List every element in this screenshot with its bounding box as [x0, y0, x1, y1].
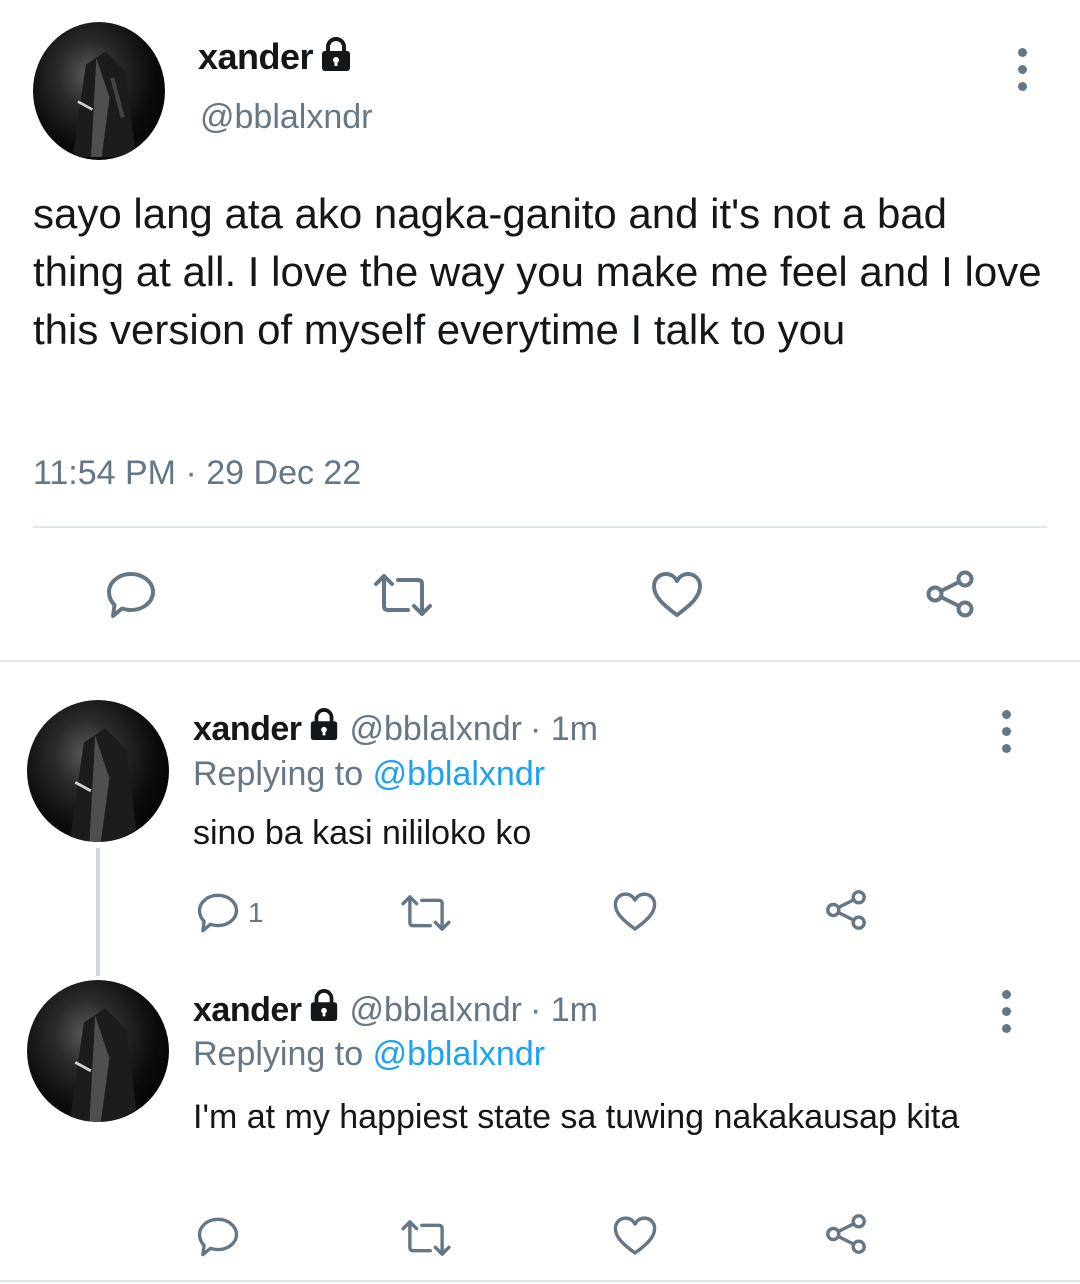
share-icon	[826, 890, 866, 930]
reply-header: xander @bblalxndr · 1m	[193, 708, 598, 751]
reply-button[interactable]	[196, 1216, 240, 1258]
retweet-icon	[401, 1220, 451, 1256]
replying-to-prefix: Replying to	[193, 1035, 364, 1073]
bottom-divider	[0, 1280, 1080, 1282]
replying-to-link[interactable]: @bblalxndr	[373, 755, 546, 793]
more-options-icon[interactable]	[996, 710, 1016, 753]
reply-header: xander @bblalxndr · 1m	[193, 989, 598, 1032]
reply-icon	[107, 572, 155, 618]
more-options-icon[interactable]	[996, 990, 1016, 1033]
like-button[interactable]	[612, 890, 658, 934]
display-name[interactable]: xander	[193, 991, 302, 1030]
tweet-date: 29 Dec 22	[206, 454, 362, 492]
share-button[interactable]	[924, 568, 976, 620]
reply-button[interactable]: 1	[196, 892, 264, 934]
share-button[interactable]	[824, 1212, 868, 1256]
timestamp-separator: ·	[185, 454, 197, 492]
user-handle[interactable]: @bblalxndr	[200, 98, 373, 137]
avatar[interactable]	[27, 980, 169, 1122]
replying-to: Replying to @bblalxndr	[193, 1035, 545, 1074]
tweet-timestamp: 11:54 PM · 29 Dec 22	[33, 454, 361, 493]
replying-to-prefix: Replying to	[193, 755, 364, 793]
reply-text: I'm at my happiest state sa tuwing nakak…	[193, 1098, 960, 1136]
like-icon	[652, 572, 702, 617]
thread-line	[96, 848, 100, 976]
retweet-button[interactable]	[398, 1218, 454, 1258]
author-header: xander	[198, 36, 353, 78]
tweet-text: sayo lang ata ako nagka-ganito and it's …	[33, 190, 1042, 353]
reply-icon	[197, 1217, 239, 1257]
retweet-icon	[374, 574, 432, 616]
display-name[interactable]: xander	[193, 710, 302, 749]
reply-count: 1	[248, 897, 264, 928]
reply-button[interactable]	[105, 570, 157, 620]
avatar[interactable]	[33, 22, 165, 160]
display-name[interactable]: xander	[198, 36, 314, 78]
section-divider	[0, 660, 1080, 662]
replying-to: Replying to @bblalxndr	[193, 755, 545, 794]
like-button[interactable]	[612, 1214, 658, 1258]
avatar-image	[69, 1008, 138, 1122]
like-icon	[613, 1216, 657, 1255]
share-icon	[926, 570, 974, 618]
user-handle[interactable]: @bblalxndr	[350, 991, 523, 1030]
retweet-icon	[401, 895, 451, 931]
like-icon	[613, 892, 657, 931]
retweet-button[interactable]	[398, 893, 454, 933]
retweet-button[interactable]	[370, 572, 436, 618]
reply-text: sino ba kasi nililoko ko	[193, 814, 532, 852]
reply-icon	[197, 893, 239, 933]
lock-icon	[319, 36, 353, 78]
divider	[33, 526, 1047, 528]
lock-icon	[308, 708, 340, 751]
replying-to-link[interactable]: @bblalxndr	[373, 1035, 546, 1073]
tweet-time: 11:54 PM	[33, 454, 177, 492]
share-button[interactable]	[824, 888, 868, 932]
share-icon	[826, 1214, 866, 1254]
avatar[interactable]	[27, 700, 169, 842]
avatar-image	[69, 728, 138, 842]
reply-age: · 1m	[530, 991, 598, 1029]
reply-age: · 1m	[530, 710, 598, 748]
user-handle[interactable]: @bblalxndr	[350, 710, 523, 749]
lock-icon	[308, 989, 340, 1032]
like-button[interactable]	[650, 570, 704, 620]
avatar-image	[72, 51, 136, 157]
more-options-icon[interactable]	[1012, 48, 1032, 91]
